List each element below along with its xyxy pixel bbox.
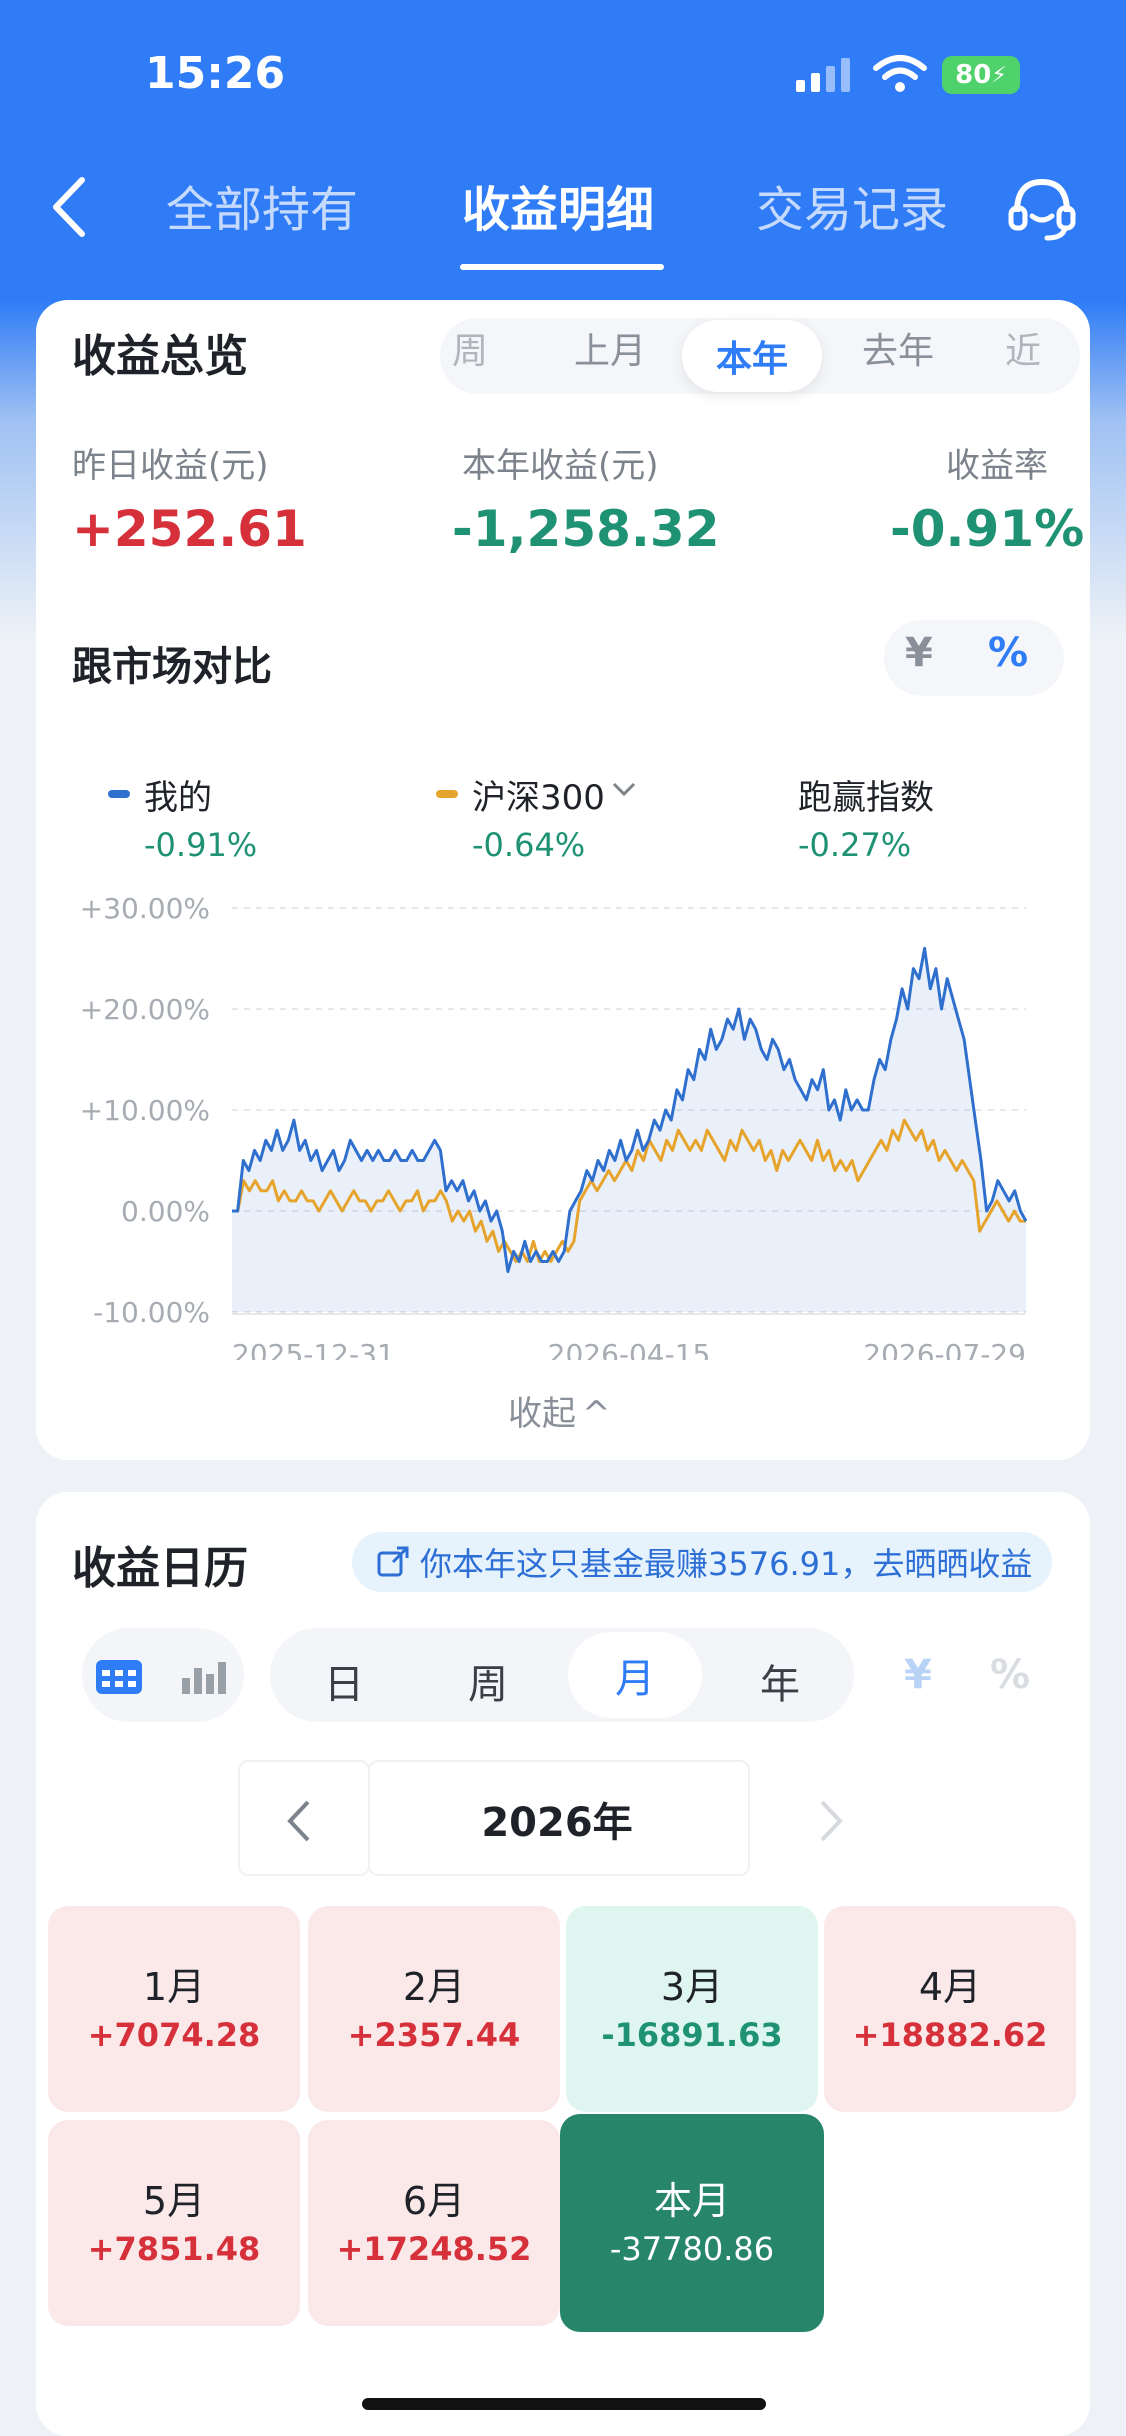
y-tick-label: 0.00% bbox=[121, 1195, 210, 1228]
chevron-down-icon[interactable] bbox=[610, 778, 638, 800]
month-value: -37780.86 bbox=[609, 2230, 775, 2268]
x-tick-label: 2026-04-15 bbox=[548, 1338, 711, 1360]
month-name: 1月 bbox=[142, 1965, 206, 2009]
segment-month[interactable]: 月 bbox=[568, 1632, 702, 1718]
battery-level: 80 bbox=[955, 60, 992, 90]
calendar-view-icon[interactable] bbox=[94, 1656, 144, 1696]
toggle-percent[interactable]: % bbox=[988, 630, 1028, 676]
tab-transaction-records[interactable]: 交易记录 bbox=[756, 170, 948, 240]
y-tick-label: -10.00% bbox=[93, 1296, 210, 1329]
unit-percent[interactable]: % bbox=[990, 1652, 1030, 1698]
legend-mine-swatch bbox=[108, 790, 130, 798]
share-banner[interactable]: 你本年这只基金最赚3576.91，去晒晒收益 bbox=[352, 1532, 1052, 1592]
bar-chart-view-icon[interactable] bbox=[178, 1656, 228, 1696]
collapse-toggle[interactable]: 收起 ^ bbox=[508, 1386, 611, 1435]
calendar-title: 收益日历 bbox=[72, 1543, 248, 1594]
chevron-right-icon[interactable] bbox=[812, 1796, 852, 1846]
collapse-label: 收起 bbox=[508, 1394, 576, 1434]
battery-indicator: 80 ⚡ bbox=[942, 56, 1020, 94]
month-cell-mar[interactable]: 3月 -16891.63 bbox=[566, 1906, 818, 2112]
tab-earnings-detail[interactable]: 收益明细 bbox=[462, 170, 654, 240]
x-tick-label: 2025-12-31 bbox=[232, 1338, 395, 1360]
active-tab-indicator bbox=[460, 264, 664, 270]
month-cell-apr[interactable]: 4月 +18882.62 bbox=[824, 1906, 1076, 2112]
segment-week[interactable]: 周 bbox=[468, 1652, 508, 1710]
home-indicator bbox=[362, 2398, 766, 2410]
month-value: +2357.44 bbox=[347, 2016, 521, 2054]
status-time: 15:26 bbox=[145, 48, 286, 99]
back-arrow-icon[interactable] bbox=[44, 172, 94, 242]
chevron-left-icon[interactable] bbox=[278, 1796, 318, 1846]
month-name: 4月 bbox=[918, 1965, 982, 2009]
month-cell-may[interactable]: 5月 +7851.48 bbox=[48, 2120, 300, 2326]
wifi-icon bbox=[873, 55, 927, 92]
status-bar: 15:26 80 ⚡ bbox=[0, 0, 1126, 150]
stat-yesterday-label: 昨日收益(元) bbox=[72, 446, 269, 486]
period-recent[interactable]: 近 bbox=[1005, 322, 1041, 374]
legend-mine-value: -0.91% bbox=[144, 826, 258, 864]
month-name: 本月 bbox=[653, 2179, 730, 2223]
stat-rate-label: 收益率 bbox=[946, 446, 1048, 486]
y-tick-label: +30.00% bbox=[80, 892, 210, 925]
month-value: +7851.48 bbox=[87, 2230, 261, 2268]
month-value: +18882.62 bbox=[852, 2016, 1048, 2054]
legend-index-value: -0.64% bbox=[472, 826, 586, 864]
legend-index-swatch bbox=[436, 790, 458, 798]
period-this-year[interactable]: 本年 bbox=[682, 320, 822, 392]
month-cell-jan[interactable]: 1月 +7074.28 bbox=[48, 1906, 300, 2112]
compare-title: 跟市场对比 bbox=[72, 644, 272, 690]
customer-service-icon[interactable] bbox=[1005, 172, 1079, 246]
segment-day[interactable]: 日 bbox=[324, 1652, 364, 1710]
stat-year-label: 本年收益(元) bbox=[462, 446, 659, 486]
period-last-year[interactable]: 去年 bbox=[862, 322, 934, 374]
month-value: +7074.28 bbox=[87, 2016, 261, 2054]
segment-year[interactable]: 年 bbox=[760, 1652, 800, 1710]
top-nav: 全部持有 收益明细 交易记录 bbox=[0, 150, 1126, 300]
month-value: +17248.52 bbox=[336, 2230, 532, 2268]
legend-beat-value: -0.27% bbox=[798, 826, 912, 864]
y-tick-label: +10.00% bbox=[80, 1094, 210, 1127]
month-value: -16891.63 bbox=[601, 2016, 783, 2054]
month-name: 6月 bbox=[402, 2179, 466, 2223]
comparison-line-chart: +30.00% +20.00% +10.00% 0.00% -10.00% 2025-12… bbox=[80, 892, 1028, 1360]
period-last-month[interactable]: 上月 bbox=[574, 322, 646, 374]
stat-year-value: -1,258.32 bbox=[452, 500, 720, 558]
toggle-yuan[interactable]: ¥ bbox=[905, 630, 933, 676]
y-tick-label: +20.00% bbox=[80, 993, 210, 1026]
cellular-signal-icon bbox=[796, 58, 850, 92]
share-banner-text: 你本年这只基金最赚3576.91，去晒晒收益 bbox=[420, 1545, 1033, 1583]
tab-all-holdings[interactable]: 全部持有 bbox=[166, 170, 358, 240]
month-cell-jun[interactable]: 6月 +17248.52 bbox=[308, 2120, 560, 2326]
unit-yuan[interactable]: ¥ bbox=[904, 1652, 932, 1698]
x-tick-label: 2026-07-29 bbox=[863, 1338, 1026, 1360]
legend-index-name[interactable]: 沪深300 bbox=[472, 770, 605, 819]
stat-yesterday-value: +252.61 bbox=[72, 500, 307, 558]
month-name: 3月 bbox=[660, 1965, 724, 2009]
year-label: 2026年 bbox=[481, 1800, 633, 1846]
stat-rate-value: -0.91% bbox=[890, 500, 1085, 558]
charging-bolt-icon: ⚡ bbox=[991, 62, 1007, 88]
month-name: 2月 bbox=[402, 1965, 466, 2009]
overview-title: 收益总览 bbox=[72, 331, 248, 382]
share-link-icon bbox=[377, 1546, 409, 1577]
period-week[interactable]: 周 bbox=[452, 322, 488, 374]
month-cell-feb[interactable]: 2月 +2357.44 bbox=[308, 1906, 560, 2112]
month-cell-current[interactable]: 本月 -37780.86 bbox=[560, 2114, 824, 2332]
legend-mine-name: 我的 bbox=[144, 778, 212, 818]
chevron-up-icon: ^ bbox=[582, 1394, 611, 1434]
month-name: 5月 bbox=[142, 2179, 206, 2223]
legend-beat-name: 跑赢指数 bbox=[798, 778, 934, 818]
